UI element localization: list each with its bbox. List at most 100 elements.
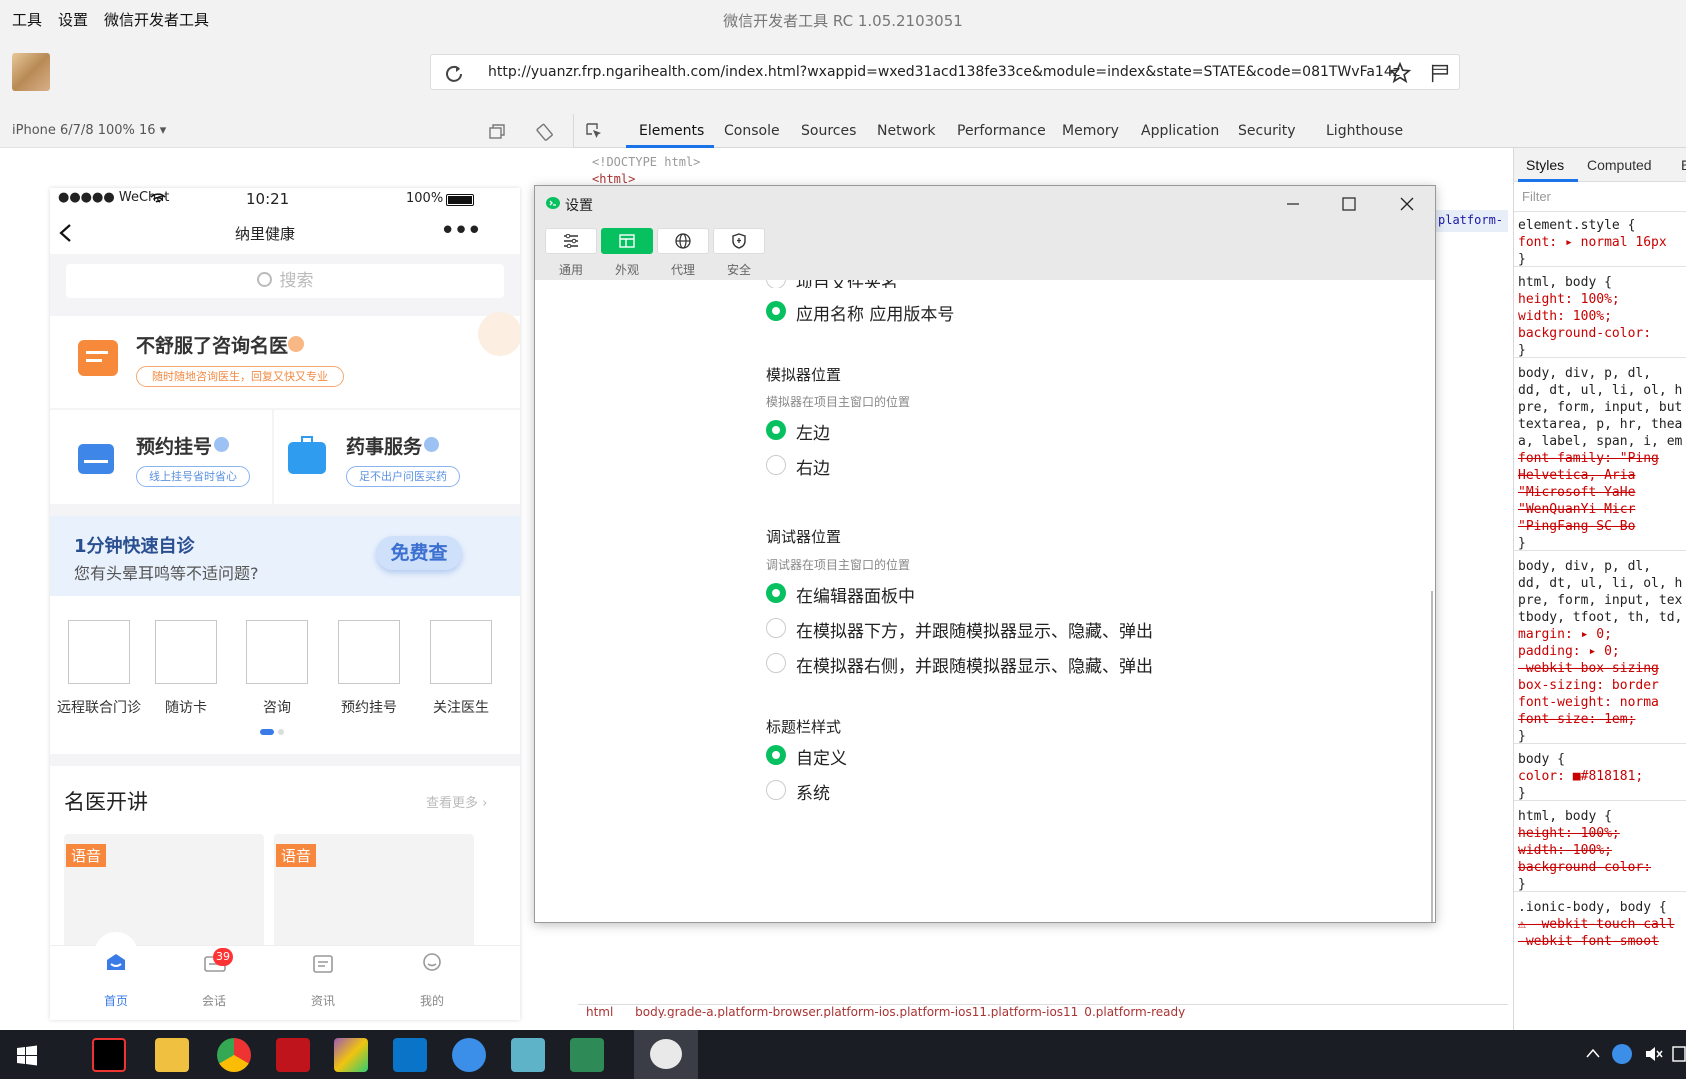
minimize-icon[interactable] — [1285, 196, 1301, 212]
css-selector[interactable]: body, div, p, dl, — [1518, 366, 1651, 381]
tab-security[interactable]: Security — [1238, 123, 1296, 139]
option-debug-below[interactable]: 在模拟器下方，并跟随模拟器显示、隐藏、弹出 — [796, 617, 1153, 642]
code-fragment[interactable]: platform- — [1434, 210, 1508, 232]
radio-sim-left[interactable] — [766, 420, 786, 440]
rotate-icon[interactable] — [536, 123, 554, 141]
css-declaration[interactable]: "PingFang-SC-Bo — [1518, 519, 1635, 534]
radio-titlebar-system[interactable] — [766, 780, 786, 800]
css-declaration[interactable]: font: ▸ normal 16px — [1518, 235, 1667, 250]
see-more-link[interactable]: 查看更多 › — [426, 792, 487, 811]
tab-styles[interactable]: Styles — [1526, 157, 1564, 173]
option-sim-left[interactable]: 左边 — [796, 419, 830, 444]
typora-icon[interactable] — [276, 1038, 310, 1072]
css-declaration[interactable]: } — [1518, 343, 1526, 358]
general-button[interactable] — [545, 228, 597, 254]
dialog-scrollbar[interactable] — [1431, 591, 1433, 922]
css-declaration[interactable]: color: ■#818181; — [1518, 769, 1643, 784]
proxy-button[interactable] — [657, 228, 709, 254]
tab-sources[interactable]: Sources — [801, 123, 856, 139]
appearance-button[interactable] — [601, 228, 653, 254]
file-explorer-icon[interactable] — [155, 1038, 189, 1072]
radio-project-folder[interactable] — [766, 280, 786, 288]
css-declaration[interactable]: box-sizing: border — [1518, 678, 1659, 693]
tab-event-listeners[interactable]: E — [1681, 157, 1686, 173]
css-declaration[interactable]: width: 100%; — [1518, 309, 1612, 324]
css-selector[interactable]: pre, form, input, but — [1518, 400, 1682, 415]
css-selector[interactable]: a, label, span, i, em — [1518, 434, 1682, 449]
css-selector[interactable]: dd, dt, ul, li, ol, h — [1518, 383, 1682, 398]
notification-icon[interactable] — [1672, 1045, 1686, 1063]
option-sim-right[interactable]: 右边 — [796, 454, 830, 479]
wechat-devtools-taskbar-active[interactable] — [634, 1030, 698, 1079]
radio-debug-right[interactable] — [766, 653, 786, 673]
avatar[interactable] — [12, 53, 50, 91]
css-declaration[interactable]: font-family: "Ping — [1518, 451, 1659, 466]
breadcrumb-body[interactable]: body.grade-a.platform-browser.platform-i… — [635, 1005, 1185, 1018]
css-selector[interactable]: tbody, tfoot, th, td, — [1518, 610, 1682, 625]
css-declaration[interactable]: -webkit-box-sizing — [1518, 661, 1659, 676]
notes-app-icon[interactable] — [511, 1038, 545, 1072]
radio-debug-editor[interactable] — [766, 583, 786, 603]
css-declaration[interactable]: width: 100%; — [1518, 843, 1612, 858]
css-declaration[interactable]: "Microsoft YaHe — [1518, 485, 1635, 500]
close-icon[interactable] — [1399, 196, 1415, 212]
css-selector[interactable]: body { — [1518, 752, 1565, 767]
css-declaration[interactable]: padding: ▸ 0; — [1518, 644, 1620, 659]
option-app-name-version[interactable]: 应用名称 应用版本号 — [796, 300, 954, 325]
css-declaration[interactable]: } — [1518, 729, 1526, 744]
chevron-up-icon[interactable] — [1586, 1048, 1600, 1058]
option-debug-right[interactable]: 在模拟器右侧，并跟随模拟器显示、隐藏、弹出 — [796, 652, 1153, 677]
jetbrains-app-icon[interactable] — [92, 1038, 126, 1072]
star-icon[interactable] — [1389, 62, 1411, 84]
tab-home[interactable]: 首页 — [86, 992, 146, 1009]
css-declaration[interactable]: background-color: — [1518, 326, 1651, 341]
css-declaration[interactable]: height: 100%; — [1518, 826, 1620, 841]
css-selector[interactable]: element.style { — [1518, 218, 1635, 233]
code-line[interactable]: <html> — [592, 172, 635, 186]
tab-network[interactable]: Network — [877, 123, 935, 139]
css-selector[interactable]: pre, form, input, tex — [1518, 593, 1682, 608]
tab-console[interactable]: Console — [724, 123, 780, 139]
css-selector[interactable]: html, body { — [1518, 809, 1612, 824]
tray-app-icon[interactable] — [1612, 1044, 1632, 1064]
css-declaration[interactable]: background-color: — [1518, 860, 1651, 875]
radio-debug-below[interactable] — [766, 618, 786, 638]
css-declaration[interactable]: } — [1518, 786, 1526, 801]
tool-security[interactable]: 安全 — [713, 228, 765, 278]
inspect-icon[interactable] — [585, 122, 603, 140]
tab-elements[interactable]: Elements — [639, 123, 704, 139]
radio-app-name-version[interactable] — [766, 301, 786, 321]
option-debug-editor[interactable]: 在编辑器面板中 — [796, 582, 915, 607]
option-titlebar-system[interactable]: 系统 — [796, 779, 830, 804]
lecture-card[interactable]: 语音 — [64, 834, 264, 954]
tab-application[interactable]: Application — [1141, 123, 1219, 139]
css-declaration[interactable]: } — [1518, 536, 1526, 551]
tab-performance[interactable]: Performance — [957, 123, 1046, 139]
bookmark-flag-icon[interactable] — [1429, 62, 1451, 84]
free-check-button[interactable]: 免费查 — [376, 536, 462, 570]
window-icon[interactable] — [488, 123, 506, 141]
chrome-icon[interactable] — [217, 1038, 251, 1072]
radio-titlebar-custom[interactable] — [766, 745, 786, 765]
tab-chat[interactable]: 会话 — [184, 992, 244, 1009]
tab-news[interactable]: 资讯 — [293, 992, 353, 1009]
css-selector[interactable]: body, div, p, dl, — [1518, 559, 1651, 574]
tool-appearance[interactable]: 外观 — [601, 228, 653, 278]
editor-app-icon[interactable] — [570, 1038, 604, 1072]
css-declaration[interactable]: } — [1518, 877, 1526, 892]
tab-lighthouse[interactable]: Lighthouse — [1326, 123, 1403, 139]
code-line[interactable]: <!DOCTYPE html> — [592, 155, 700, 169]
radio-sim-right[interactable] — [766, 455, 786, 475]
tool-general[interactable]: 通用 — [545, 228, 597, 278]
lecture-card[interactable]: 语音 — [274, 834, 474, 954]
search-input[interactable]: 搜索 — [66, 264, 504, 298]
more-icon[interactable]: ••• — [440, 216, 482, 246]
url-bar[interactable]: http://yuanzr.frp.ngarihealth.com/index.… — [430, 54, 1460, 90]
tab-profile[interactable]: 我的 — [402, 992, 462, 1009]
tool-proxy[interactable]: 代理 — [657, 228, 709, 278]
selfcheck-banner[interactable]: 1分钟快速自诊 您有头晕耳鸣等不适问题? 免费查 — [50, 516, 520, 596]
vscode-icon[interactable] — [393, 1038, 427, 1072]
css-declaration[interactable]: height: 100%; — [1518, 292, 1620, 307]
filter-input[interactable]: Filter — [1514, 182, 1686, 212]
css-declaration[interactable]: font-weight: norma — [1518, 695, 1659, 710]
